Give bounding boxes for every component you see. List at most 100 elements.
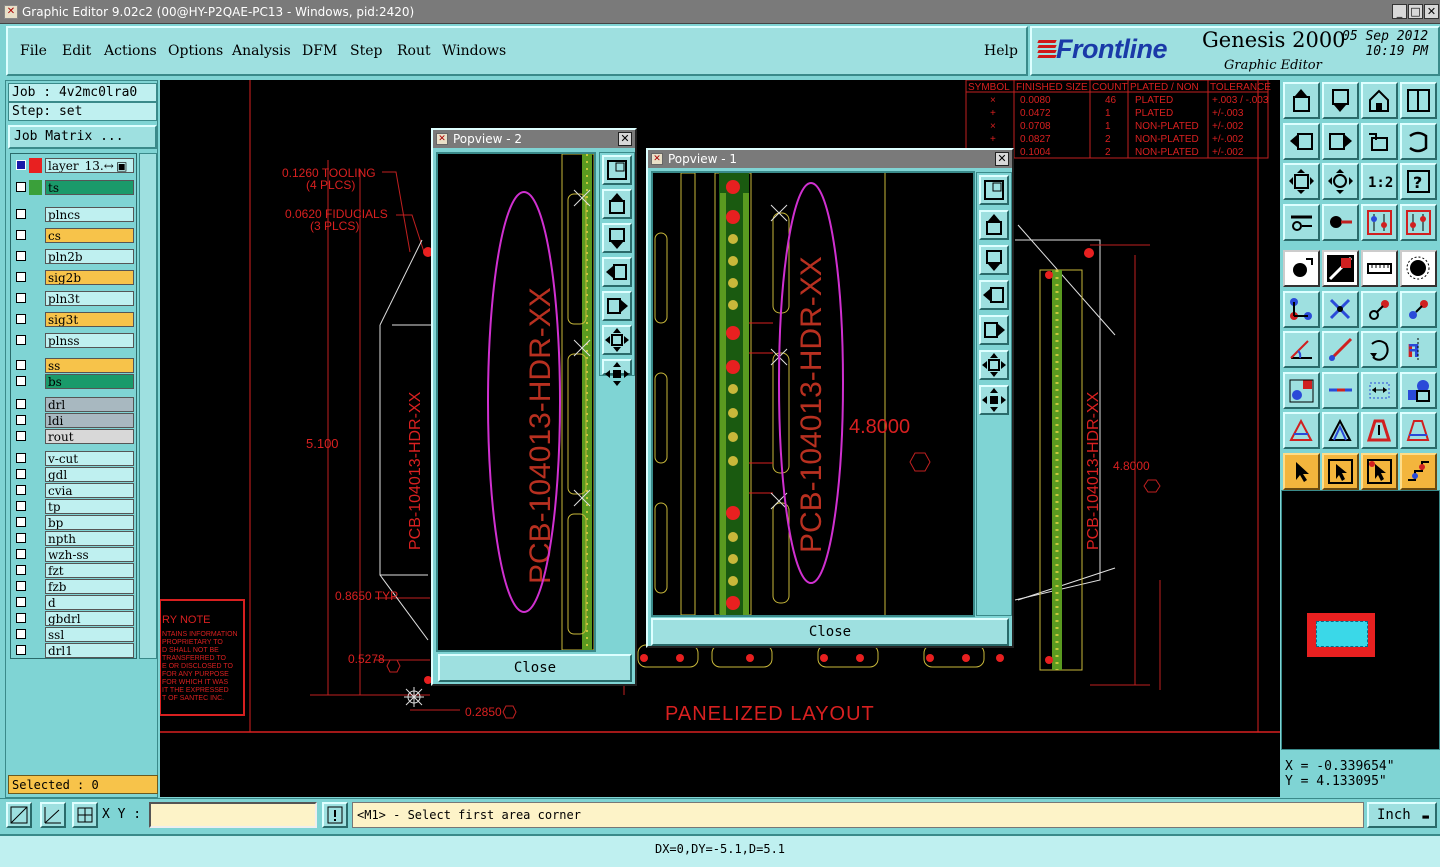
layers-alt-tool-button[interactable]	[1400, 203, 1437, 241]
shapes-tool-button[interactable]	[1400, 371, 1437, 409]
pv2-pan-up-button[interactable]	[602, 189, 632, 219]
popview-2-close-icon[interactable]: ✕	[618, 132, 632, 146]
undo-tool-button[interactable]	[1361, 122, 1398, 160]
layer-checkbox[interactable]	[16, 613, 26, 623]
layer-checkbox[interactable]	[16, 597, 26, 607]
pv2-zoom-home-button[interactable]	[602, 155, 632, 185]
pv1-pan-down-button[interactable]	[979, 245, 1009, 275]
layer-checkbox[interactable]	[16, 581, 26, 591]
layer-name[interactable]: bs	[45, 374, 134, 389]
menu-dfm[interactable]: DFM	[302, 43, 337, 59]
triangle-tool-button[interactable]	[1283, 412, 1320, 449]
layer-row[interactable]: pln3t	[13, 291, 135, 306]
popview-1-close-icon[interactable]: ✕	[995, 152, 1009, 166]
layer-color-swatch[interactable]	[29, 228, 42, 243]
layer-checkbox[interactable]	[16, 565, 26, 575]
delete-tool-button[interactable]	[1322, 290, 1359, 328]
minimize-button[interactable]: _	[1392, 4, 1407, 19]
layer-row[interactable]: plncs	[13, 207, 135, 222]
reshape-tool-button[interactable]	[1400, 290, 1437, 328]
layer-checkbox[interactable]	[16, 360, 26, 370]
layer-name[interactable]: layer_13.↔ ▣	[45, 158, 134, 173]
layer-checkbox[interactable]	[16, 251, 26, 261]
connect-tool-button[interactable]	[1283, 290, 1320, 328]
layer-checkbox[interactable]	[16, 415, 26, 425]
layer-checkbox[interactable]	[16, 501, 26, 511]
menu-help[interactable]: Help	[984, 43, 1018, 59]
layer-row[interactable]: gdl	[13, 467, 135, 482]
layer-checkbox[interactable]	[16, 230, 26, 240]
layer-checkbox[interactable]	[16, 314, 26, 324]
popview-2-view[interactable]: PCB-104013-HDR-XX	[436, 152, 596, 652]
pv1-pan-right-button[interactable]	[979, 315, 1009, 345]
layer-name[interactable]: pln3t	[45, 291, 134, 306]
layer-color-swatch[interactable]	[29, 643, 42, 658]
layer-checkbox[interactable]	[16, 376, 26, 386]
layer-name[interactable]: rout	[45, 429, 134, 444]
layer-name[interactable]: gdl	[45, 467, 134, 482]
alert-button[interactable]	[322, 802, 348, 828]
layer-name[interactable]: plncs	[45, 207, 134, 222]
layer-color-swatch[interactable]	[29, 180, 42, 195]
layer-checkbox[interactable]	[16, 335, 26, 345]
layer-name[interactable]: npth	[45, 531, 134, 546]
layer-row[interactable]: v-cut	[13, 451, 135, 466]
layer-name[interactable]: sig3t	[45, 312, 134, 327]
line-select-tool-button[interactable]	[1322, 371, 1359, 409]
layer-name[interactable]: d	[45, 595, 134, 610]
pad-select-tool-button[interactable]	[1283, 371, 1320, 409]
mirror-tool-button[interactable]: FF	[1400, 331, 1437, 368]
move-right-tool-button[interactable]	[1322, 122, 1359, 160]
maximize-button[interactable]: □	[1408, 4, 1423, 19]
layer-name[interactable]: fzt	[45, 563, 134, 578]
triangle-alt-tool-button[interactable]	[1400, 412, 1437, 449]
layer-color-swatch[interactable]	[29, 611, 42, 626]
layer-name[interactable]: plnss	[45, 333, 134, 348]
angle-tool-button[interactable]	[1283, 331, 1320, 368]
layer-name[interactable]: drl	[45, 397, 134, 412]
layer-row[interactable]: ss	[13, 358, 135, 373]
layer-row[interactable]: pln2b	[13, 249, 135, 264]
layer-checkbox[interactable]	[16, 399, 26, 409]
select-net-tool-button[interactable]	[1361, 452, 1398, 490]
grid-button[interactable]	[72, 802, 98, 828]
layer-color-swatch[interactable]	[29, 595, 42, 610]
layer-row[interactable]: sig3t	[13, 312, 135, 327]
layer-checkbox[interactable]	[16, 160, 26, 170]
menu-analysis[interactable]: Analysis	[232, 43, 291, 59]
layer-color-swatch[interactable]	[29, 499, 42, 514]
pv1-zoom-out-button[interactable]	[979, 385, 1009, 415]
measure-tool-button[interactable]	[1361, 371, 1398, 409]
layer-row[interactable]: layer_13.↔ ▣	[13, 158, 135, 173]
layer-name[interactable]: drl1	[45, 643, 134, 658]
layer-row[interactable]: plnss	[13, 333, 135, 348]
menu-step[interactable]: Step	[350, 43, 382, 59]
layer-row[interactable]: cs	[13, 228, 135, 243]
layer-color-swatch[interactable]	[29, 397, 42, 412]
layer-name[interactable]: gbdrl	[45, 611, 134, 626]
layer-name[interactable]: wzh-ss	[45, 547, 134, 562]
graphic-canvas[interactable]: SYMBOL FINISHED SIZE COUNT PLATED / NON …	[160, 80, 1280, 797]
layer-checkbox[interactable]	[16, 182, 26, 192]
layer-name[interactable]: tp	[45, 499, 134, 514]
pv2-pan-right-button[interactable]	[602, 291, 632, 321]
layer-checkbox[interactable]	[16, 485, 26, 495]
pv1-pan-left-button[interactable]	[979, 280, 1009, 310]
layer-checkbox[interactable]	[16, 469, 26, 479]
home-tool-button[interactable]	[1361, 82, 1398, 119]
layer-color-swatch[interactable]	[29, 515, 42, 530]
layer-row[interactable]: drl	[13, 397, 135, 412]
pv1-pan-up-button[interactable]	[979, 210, 1009, 240]
layer-color-swatch[interactable]	[29, 374, 42, 389]
pv1-zoom-in-button[interactable]	[979, 350, 1009, 380]
pointer-tool-button[interactable]	[1283, 452, 1320, 490]
layer-color-swatch[interactable]	[29, 358, 42, 373]
snap-button[interactable]	[6, 802, 32, 828]
layer-name[interactable]: ldi	[45, 413, 134, 428]
pv2-zoom-out-button[interactable]	[602, 359, 632, 386]
layer-color-swatch[interactable]	[29, 158, 42, 173]
menu-windows[interactable]: Windows	[442, 43, 506, 59]
layer-name[interactable]: ssl	[45, 627, 134, 642]
pv2-pan-left-button[interactable]	[602, 257, 632, 287]
layer-name[interactable]: ts	[45, 180, 134, 195]
